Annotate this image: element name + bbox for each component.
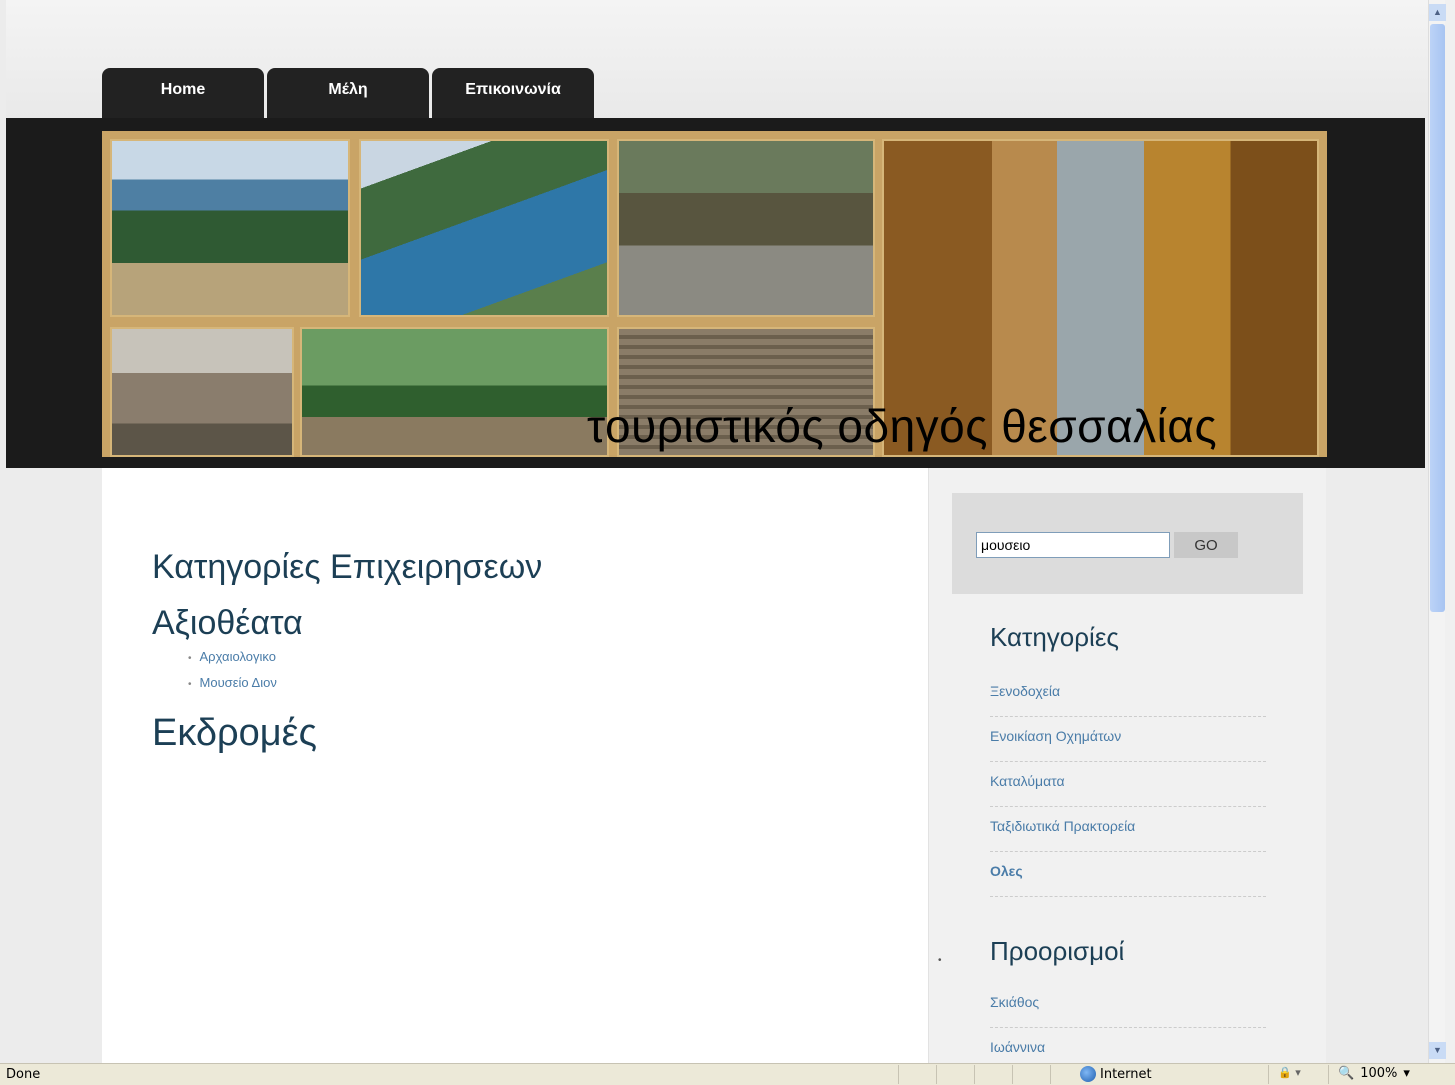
tab-members[interactable]: Μέλη [267,68,429,118]
protected-mode-icon[interactable]: 🔒 ▾ [1278,1066,1301,1079]
main-nav: Home Μέλη Επικοινωνία [102,68,594,118]
zoom-icon: 🔍 [1338,1066,1355,1081]
sights-heading[interactable]: Αξιοθέατα [152,604,303,643]
list-item-dion-museum[interactable]: Μουσείο Διον [188,674,277,700]
sidebar-categories-heading: Κατηγορίες [990,622,1119,652]
status-divider [936,1065,937,1084]
go-button[interactable]: GO [1174,532,1238,558]
status-text: Done [6,1067,41,1082]
tab-home[interactable]: Home [102,68,264,118]
zone-label: Internet [1100,1066,1152,1082]
browser-viewport: Home Μέλη Επικοινωνία τουριστικός οδηγός… [0,0,1428,1063]
status-bar: Done Internet 🔒 ▾ 🔍 100% ▾ [0,1063,1455,1085]
sidebar-item-car-rental[interactable]: Ενοικίαση Οχημάτων [990,717,1266,762]
sidebar-destinations-heading: Προορισμοί [990,936,1125,966]
scroll-thumb[interactable] [1430,24,1445,612]
list-item-archaeological[interactable]: Αρχαιολογικο [188,648,277,674]
hikers-photo [617,139,875,317]
sights-list: Αρχαιολογικο Μουσείο Διον [188,648,277,700]
sidebar-item-all[interactable]: Ολες [990,852,1266,897]
sidebar-item-hotels[interactable]: Ξενοδοχεία [990,672,1266,717]
lake-coast-photo [359,139,609,317]
security-zone: Internet [1080,1066,1152,1082]
globe-icon [1080,1066,1096,1082]
lake-forest-photo [110,139,350,317]
site-title: τουριστικός οδηγός θεσσαλίας [587,400,1218,452]
status-divider [974,1065,975,1084]
status-divider [1050,1065,1051,1084]
status-divider [1012,1065,1013,1084]
sidebar-item-skiathos[interactable]: Σκιάθος [990,983,1266,1028]
zoom-level: 100% [1360,1066,1398,1081]
vertical-scrollbar[interactable]: ▲ ▼ [1428,0,1446,1063]
steam-train-bridge-photo [300,327,609,457]
trips-heading[interactable]: Εκδρομές [152,712,317,755]
scroll-down-icon[interactable]: ▼ [1429,1042,1446,1059]
sidebar-categories-list: Ξενοδοχεία Ενοικίαση Οχημάτων Καταλύματα… [990,672,1266,897]
bullet-dot: • [938,955,942,966]
sidebar-item-ioannina[interactable]: Ιωάννινα [990,1028,1266,1063]
tab-contact[interactable]: Επικοινωνία [432,68,594,118]
status-divider [898,1065,899,1084]
chevron-down-icon: ▾ [1403,1066,1410,1081]
zoom-control[interactable]: 🔍 100% ▾ [1338,1066,1410,1081]
sidebar-item-accommodation[interactable]: Καταλύματα [990,762,1266,807]
status-divider [1268,1065,1269,1084]
scroll-up-icon[interactable]: ▲ [1429,4,1446,21]
categories-heading: Κατηγορίες Επιχειρησεων [152,548,543,586]
sidebar-item-travel-agencies[interactable]: Ταξιδιωτικά Πρακτορεία [990,807,1266,852]
search-input[interactable] [976,532,1170,558]
status-divider [1328,1065,1329,1084]
sidebar-destinations-list: Σκιάθος Ιωάννινα [990,983,1266,1063]
meteora-monastery-photo [110,327,294,457]
